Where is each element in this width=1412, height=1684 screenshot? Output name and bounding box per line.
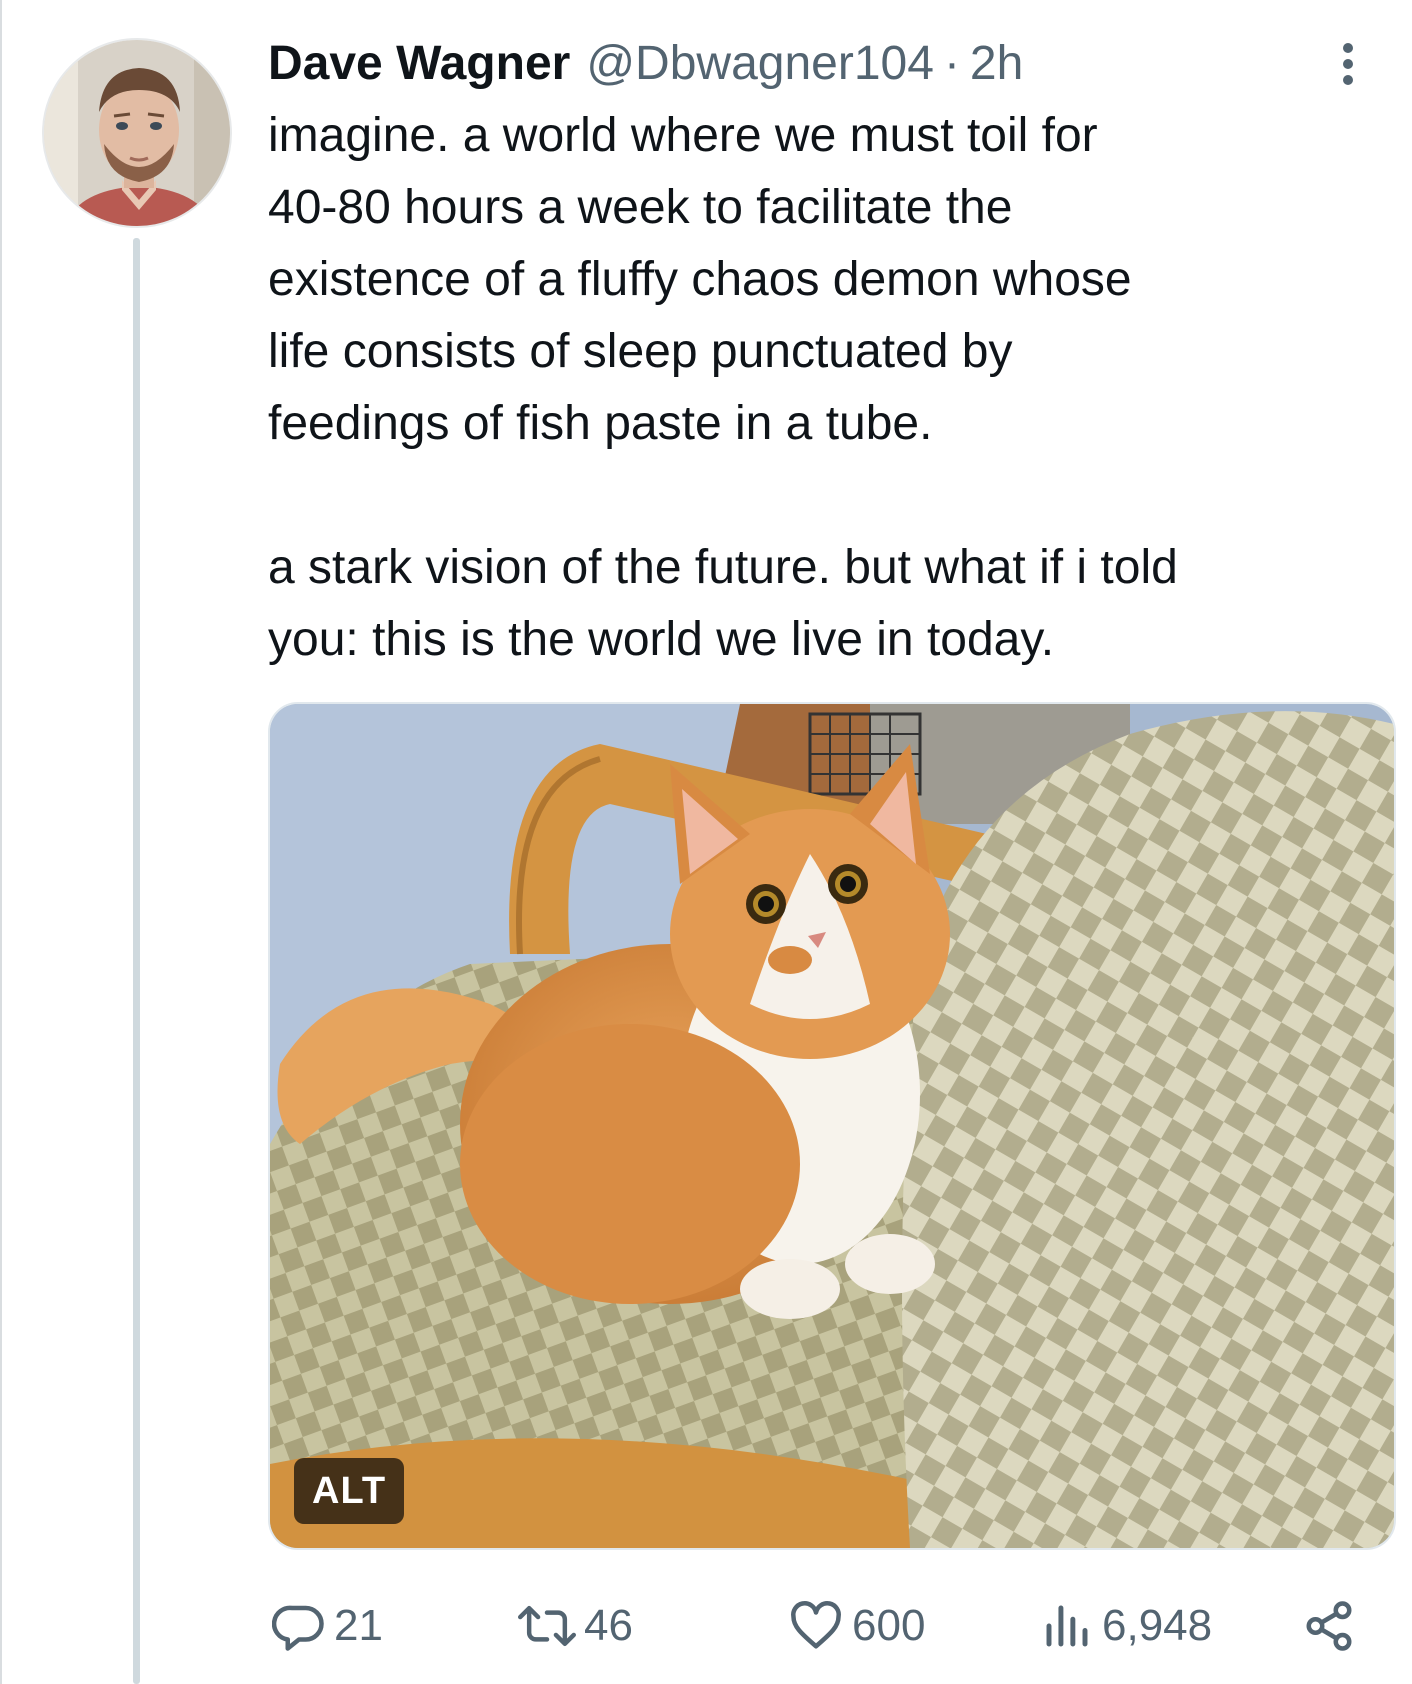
timestamp[interactable]: 2h: [970, 34, 1023, 94]
alt-badge[interactable]: ALT: [294, 1458, 405, 1524]
views-button[interactable]: 6,948: [1040, 1590, 1212, 1662]
retweet-button[interactable]: 46: [518, 1590, 633, 1662]
reply-count: 21: [334, 1601, 383, 1650]
views-count: 6,948: [1102, 1601, 1213, 1650]
thread-line: [133, 238, 140, 1684]
page-left-border: [0, 0, 2, 1684]
retweet-icon: [518, 1605, 576, 1647]
user-handle[interactable]: @Dbwagner104: [586, 34, 934, 94]
more-options-button[interactable]: [1336, 40, 1360, 88]
display-name[interactable]: Dave Wagner: [268, 34, 570, 94]
share-button[interactable]: [1302, 1590, 1356, 1662]
tweet-actions: 21 46 600 6,948: [268, 1590, 1358, 1662]
reply-button[interactable]: 21: [272, 1590, 383, 1662]
tweet-media[interactable]: ALT: [268, 702, 1396, 1550]
like-button[interactable]: 600: [788, 1590, 925, 1662]
like-count: 600: [852, 1601, 926, 1650]
tweet-header: Dave Wagner @Dbwagner104 · 2h: [268, 34, 1023, 94]
reply-icon: [272, 1605, 324, 1651]
retweet-count: 46: [584, 1601, 633, 1650]
tweet-paragraph: imagine. a world where we must toil for …: [268, 109, 1132, 450]
separator-dot: ·: [943, 37, 960, 90]
more-vertical-icon: [1343, 43, 1353, 85]
views-icon: [1046, 1605, 1088, 1647]
cat-photo: [270, 704, 1394, 1548]
share-icon: [1306, 1601, 1352, 1651]
avatar[interactable]: [42, 38, 232, 228]
heart-icon: [791, 1601, 841, 1649]
tweet-paragraph: a stark vision of the future. but what i…: [268, 541, 1178, 666]
avatar-image: [44, 40, 230, 226]
tweet-text: imagine. a world where we must toil for …: [268, 100, 1388, 676]
